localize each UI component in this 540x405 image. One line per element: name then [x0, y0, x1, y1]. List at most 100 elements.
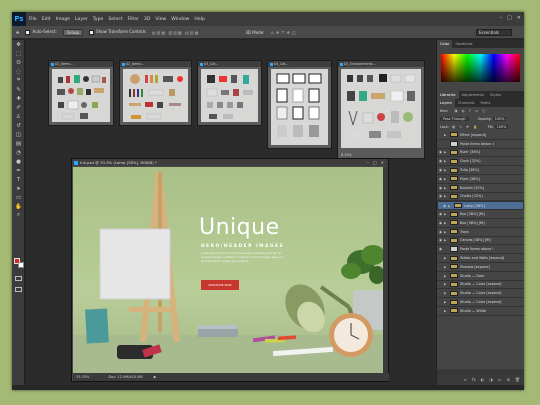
layer-row[interactable]: ▶ Studio — Color [expand]: [437, 281, 524, 290]
purchase-now-button[interactable]: PURCHASE NOW: [201, 280, 239, 290]
layer-row[interactable]: ▶ Studio — Color [expand]: [437, 298, 524, 307]
tab-layers[interactable]: Layers: [437, 99, 455, 107]
expand-arrow-icon[interactable]: ▶: [444, 230, 448, 234]
menu-edit[interactable]: Edit: [42, 17, 51, 22]
path-select-icon[interactable]: ➤: [12, 184, 25, 193]
document-canvas[interactable]: [271, 69, 328, 145]
document-tab-title[interactable]: 02_Items...: [120, 61, 191, 67]
eraser-icon[interactable]: ◫: [12, 130, 25, 139]
expand-arrow-icon[interactable]: ▶: [444, 186, 448, 190]
layer-row[interactable]: ▶ Shadow [expand]: [437, 263, 524, 272]
move-icon[interactable]: ✥: [12, 40, 25, 49]
layer-row[interactable]: ▶ Studio — White: [437, 307, 524, 316]
document-tab-title[interactable]: 03_Cat...: [198, 61, 261, 67]
tab-channels[interactable]: Channels: [455, 99, 478, 107]
layer-row[interactable]: ◉ ▶ Ruler [38%]: [437, 149, 524, 158]
maximize-icon[interactable]: □: [507, 15, 512, 21]
expand-arrow-icon[interactable]: ▶: [444, 133, 448, 137]
tab-adjustments[interactable]: Adjustments: [459, 91, 488, 99]
menu-file[interactable]: File: [29, 17, 37, 22]
pen-icon[interactable]: ✒: [12, 166, 25, 175]
quick-mask-icon[interactable]: [15, 276, 22, 281]
visibility-eye-icon[interactable]: ◉: [437, 168, 444, 172]
expand-arrow-icon[interactable]: ▶: [444, 256, 448, 260]
menu-help[interactable]: Help: [194, 17, 204, 22]
visibility-eye-icon[interactable]: ◉: [437, 159, 444, 163]
visibility-eye-icon[interactable]: ◉: [437, 230, 444, 234]
type-icon[interactable]: T: [12, 175, 25, 184]
visibility-eye-icon[interactable]: ◉: [437, 221, 444, 225]
document-window-2[interactable]: 02_Items...: [119, 60, 192, 126]
new-layer-icon[interactable]: ⊞: [507, 375, 510, 385]
document-window-1[interactable]: 01_Items...: [48, 60, 114, 126]
layer-row[interactable]: ◉ ▶ Canvas [38%] [fit]: [437, 237, 524, 246]
document-canvas[interactable]: [52, 69, 110, 122]
layer-row[interactable]: ▶ Tables and Walls [expand]: [437, 254, 524, 263]
group-icon[interactable]: ▭: [498, 375, 502, 385]
menu-view[interactable]: View: [155, 17, 166, 22]
expand-arrow-icon[interactable]: ▶: [444, 177, 448, 181]
dodge-icon[interactable]: ●: [12, 157, 25, 166]
status-arrow-icon[interactable]: ▶: [154, 375, 157, 379]
mask-icon[interactable]: ◐: [481, 375, 485, 385]
document-tab-title[interactable]: 05_Environments...: [338, 61, 424, 67]
show-transform-checkbox[interactable]: Show Transform Controls: [89, 29, 146, 35]
layer-row[interactable]: ◉ ▶ Booklet [32%]: [437, 184, 524, 193]
expand-arrow-icon[interactable]: ▶: [444, 309, 448, 313]
menu-filter[interactable]: Filter: [128, 17, 139, 22]
quick-select-icon[interactable]: ◌: [12, 67, 25, 76]
layer-row[interactable]: ◉ ▶ Tulip [38%]: [437, 166, 524, 175]
document-window-3[interactable]: 03_Cat...: [197, 60, 262, 126]
expand-arrow-icon[interactable]: ▶: [444, 150, 448, 154]
visibility-eye-icon[interactable]: ◉: [437, 186, 444, 190]
brush-icon[interactable]: ✐: [12, 103, 25, 112]
document-canvas[interactable]: [123, 69, 188, 122]
fx-icon[interactable]: fx: [472, 375, 476, 385]
minimize-icon[interactable]: –: [500, 15, 503, 21]
lock-icons[interactable]: ▦ ✎ ✥ 🔒: [452, 125, 479, 129]
visibility-eye-icon[interactable]: ◉: [441, 203, 448, 209]
menu-select[interactable]: Select: [108, 17, 122, 22]
expand-arrow-icon[interactable]: ▶: [444, 300, 448, 304]
move-tool-icon[interactable]: ✥: [16, 30, 19, 35]
document-canvas[interactable]: [341, 69, 421, 148]
maximize-icon[interactable]: □: [373, 159, 377, 166]
expand-arrow-icon[interactable]: ▶: [444, 194, 448, 198]
main-document-window[interactable]: full.psd @ 33.3% (Lamp [38%], RGB/8) * –…: [71, 158, 389, 382]
blend-mode-dropdown[interactable]: Pass Through: [440, 117, 469, 121]
workspace-switcher[interactable]: Essentials: [476, 29, 512, 36]
layer-row[interactable]: ◉ ▶ Box [38%] [fit]: [437, 219, 524, 228]
close-icon[interactable]: ✕: [517, 15, 521, 21]
menu-3d[interactable]: 3D: [144, 17, 150, 22]
menu-window[interactable]: Window: [171, 17, 189, 22]
expand-arrow-icon[interactable]: ▶: [444, 282, 448, 286]
document-window-5[interactable]: 05_Environments... 8.33%: [337, 60, 425, 159]
expand-arrow-icon[interactable]: ▶: [444, 159, 448, 163]
screen-mode-icon[interactable]: [15, 287, 22, 292]
document-window-4[interactable]: 04_Cat...: [267, 60, 332, 149]
mode-3d-icons[interactable]: ◎✥⤧✥◫: [271, 30, 298, 35]
visibility-eye-icon[interactable]: ◉: [437, 150, 444, 154]
visibility-eye-icon[interactable]: ◉: [437, 247, 444, 251]
visibility-eye-icon[interactable]: ◉: [437, 177, 444, 181]
color-panel[interactable]: [437, 48, 524, 91]
link-icon[interactable]: ∞: [464, 375, 467, 385]
tab-libraries[interactable]: Libraries: [437, 91, 459, 99]
expand-arrow-icon[interactable]: ▶: [444, 274, 448, 278]
zoom-icon[interactable]: ⌕: [12, 211, 25, 220]
visibility-eye-icon[interactable]: ◉: [437, 194, 444, 198]
opacity-value[interactable]: 100%: [492, 117, 507, 121]
layer-row[interactable]: ◉ ▶ Lamp [38%]: [437, 201, 524, 211]
layer-row[interactable]: ◉ ▶ Chalks [32%]: [437, 193, 524, 202]
filter-icons[interactable]: ▣ ◐ T ▭ ◫: [455, 109, 487, 113]
tab-color[interactable]: Color: [437, 40, 453, 48]
main-document-title[interactable]: full.psd @ 33.3% (Lamp [38%], RGB/8) *: [72, 159, 388, 166]
expand-arrow-icon[interactable]: ▶: [444, 291, 448, 295]
document-tab-title[interactable]: 01_Items...: [49, 61, 113, 67]
trash-icon[interactable]: 🗑: [515, 375, 520, 385]
document-canvas[interactable]: [201, 69, 258, 122]
align-icons[interactable]: ▤▥▦ ▧▨▩ ▤▥▦: [152, 30, 200, 35]
tab-swatches[interactable]: Swatches: [452, 40, 475, 48]
expand-arrow-icon[interactable]: ▶: [444, 212, 448, 216]
marquee-icon[interactable]: ⬚: [12, 49, 25, 58]
